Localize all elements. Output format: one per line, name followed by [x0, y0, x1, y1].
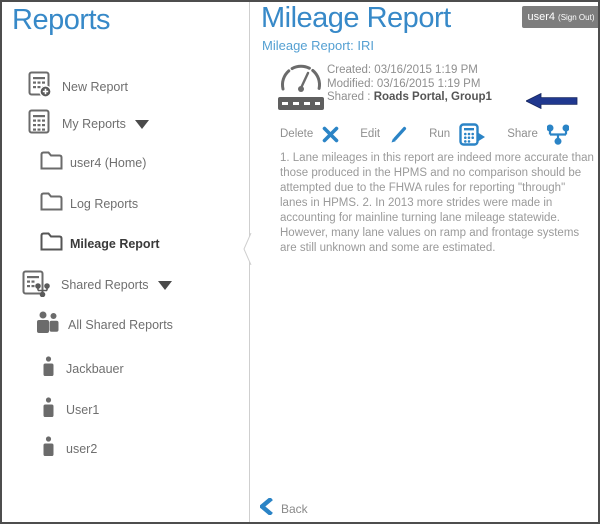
person-icon: [42, 356, 55, 382]
created-line: Created: 03/16/2015 1:19 PM: [327, 64, 492, 78]
sidebar-item-label: user4 (Home): [70, 156, 146, 170]
sidebar-item-my-reports[interactable]: My Reports: [28, 109, 149, 139]
modified-line: Modified: 03/16/2015 1:19 PM: [327, 78, 492, 92]
panel-divider-notch-icon: [241, 233, 252, 270]
sidebar-item-label: New Report: [62, 80, 128, 94]
sidebar-item-label: My Reports: [62, 117, 126, 131]
people-icon: [35, 311, 60, 339]
sidebar-item-user4-home[interactable]: user4 (Home): [40, 148, 146, 178]
folder-icon: [40, 151, 63, 175]
person-icon: [42, 436, 55, 462]
page-subtitle: Mileage Report: IRI: [262, 38, 374, 53]
sidebar-item-label: Shared Reports: [61, 278, 149, 292]
shared-line: Shared : Roads Portal, Group1: [327, 91, 492, 105]
arrow-left-pointer-icon: [526, 93, 578, 114]
run-label: Run: [429, 128, 450, 140]
share-org-icon[interactable]: [547, 124, 569, 145]
delete-x-icon[interactable]: [322, 126, 339, 143]
chevron-down-icon[interactable]: [135, 120, 149, 129]
sidebar-item-mileage-report[interactable]: Mileage Report: [40, 229, 160, 259]
folder-icon: [40, 232, 63, 256]
person-icon: [42, 397, 55, 423]
sidebar-item-log-reports[interactable]: Log Reports: [40, 189, 138, 219]
sidebar-item-label: User1: [66, 403, 99, 417]
edit-label: Edit: [360, 128, 380, 140]
reports-sidebar: Reports New Report: [2, 2, 249, 522]
sign-out-label: (Sign Out): [558, 13, 594, 22]
sidebar-item-label: Mileage Report: [70, 237, 160, 251]
sidebar-title: Reports: [12, 4, 110, 37]
folder-icon: [40, 192, 63, 216]
sidebar-item-label: Log Reports: [70, 197, 138, 211]
edit-pencil-icon[interactable]: [389, 125, 408, 144]
sidebar-item-all-shared-reports[interactable]: All Shared Reports: [35, 310, 173, 340]
share-label: Share: [507, 128, 538, 140]
shared-reports-icon: [22, 269, 50, 302]
sidebar-item-label: user2: [66, 442, 97, 456]
app-window: Reports New Report: [0, 0, 600, 524]
sidebar-item-jackbauer[interactable]: Jackbauer: [42, 354, 124, 384]
run-report-icon[interactable]: [459, 123, 486, 146]
sign-out-button[interactable]: user4 (Sign Out): [522, 6, 600, 28]
sidebar-item-label: All Shared Reports: [68, 318, 173, 332]
gauge-icon: [279, 64, 323, 98]
sidebar-item-user2[interactable]: user2: [42, 434, 97, 464]
road-icon: [278, 97, 324, 110]
chevron-down-icon[interactable]: [158, 281, 172, 290]
sidebar-item-new-report[interactable]: New Report: [28, 72, 128, 102]
shared-value: Roads Portal, Group1: [374, 91, 492, 103]
back-label: Back: [281, 502, 308, 516]
new-report-icon: [28, 71, 52, 103]
action-toolbar: Delete Edit Run: [280, 121, 569, 147]
sidebar-item-label: Jackbauer: [66, 362, 124, 376]
report-description: 1. Lane mileages in this report are inde…: [280, 151, 594, 256]
user-name: user4: [528, 11, 556, 23]
back-button[interactable]: Back: [260, 498, 308, 520]
delete-label: Delete: [280, 128, 313, 140]
page-title: Mileage Report: [261, 2, 451, 35]
back-chevron-icon: [260, 498, 273, 520]
sidebar-item-user1[interactable]: User1: [42, 395, 99, 425]
sidebar-item-shared-reports[interactable]: Shared Reports: [22, 270, 172, 300]
my-reports-icon: [28, 108, 52, 140]
report-metadata: Created: 03/16/2015 1:19 PM Modified: 03…: [327, 64, 492, 105]
